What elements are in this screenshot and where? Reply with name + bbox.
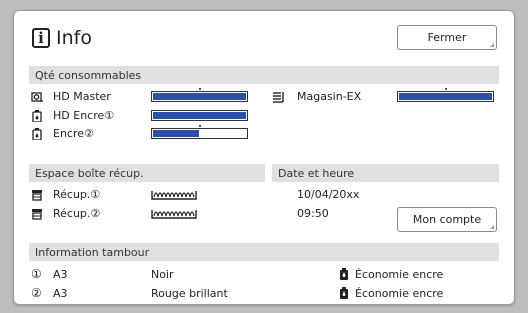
close-button-label: Fermer	[427, 31, 467, 44]
drum-ink-color-2: Rouge brillant	[151, 287, 228, 300]
drum-info-header: Information tambour	[29, 243, 499, 261]
consumable-label-ink1: HD Encre①	[53, 109, 115, 122]
drum-mode-1: Économie encre	[355, 268, 444, 281]
level-bar-master	[151, 88, 248, 102]
time-value: 09:50	[297, 207, 329, 220]
disposal-header-label: Espace boîte récup.	[35, 166, 144, 180]
disposal-header: Espace boîte récup.	[29, 164, 265, 182]
my-account-button-label: Mon compte	[412, 213, 482, 226]
level-fill-ink2	[153, 130, 199, 137]
info-dialog: i Info Fermer Qté consommables HD Master…	[13, 10, 515, 305]
close-button[interactable]: Fermer	[397, 25, 497, 50]
waste-box-icon	[32, 209, 42, 220]
ink-cartridge-icon	[32, 110, 42, 122]
consumables-header-label: Qté consommables	[35, 68, 142, 82]
consumables-header: Qté consommables	[29, 66, 499, 84]
level-bar-magazine	[397, 88, 494, 102]
drum-info-header-label: Information tambour	[35, 245, 150, 259]
datetime-header: Date et heure	[272, 164, 499, 182]
datetime-header-label: Date et heure	[278, 166, 355, 180]
disposal-label-1: Récup.①	[53, 188, 101, 201]
date-value: 10/04/20xx	[297, 188, 360, 201]
drum-mode-2: Économie encre	[355, 287, 444, 300]
my-account-button[interactable]: Mon compte	[397, 207, 497, 232]
button-corner-mark	[490, 225, 494, 229]
consumable-label-ink2: Encre②	[53, 127, 94, 140]
level-bar-ink1	[151, 110, 248, 121]
ink-economy-icon	[340, 287, 348, 299]
drum-paper-size-2: A3	[53, 287, 68, 300]
paper-tray-icon	[273, 92, 284, 103]
info-icon: i	[32, 28, 50, 48]
level-tick	[199, 88, 201, 90]
dialog-title: Info	[56, 27, 92, 49]
button-corner-mark	[490, 43, 494, 47]
magazine-label: Magasin-EX	[297, 90, 362, 103]
level-tick	[199, 125, 201, 127]
level-fill-master	[153, 93, 246, 100]
level-fill-ink1	[153, 112, 246, 119]
disposal-label-2: Récup.②	[53, 207, 101, 220]
drum-paper-size-1: A3	[53, 268, 68, 281]
drum-number-1: ①	[31, 267, 42, 281]
waste-box-icon	[32, 190, 42, 201]
master-roll-icon	[31, 92, 43, 102]
drum-number-2: ②	[31, 286, 42, 300]
ink-cartridge-icon	[32, 128, 42, 140]
dialog-title-row: i Info	[32, 25, 92, 51]
level-tick	[445, 88, 447, 90]
waste-level-graphic	[151, 210, 197, 219]
level-bar-ink2	[151, 125, 248, 139]
consumable-label-master: HD Master	[53, 90, 111, 103]
level-fill-magazine	[399, 93, 492, 100]
waste-level-graphic	[151, 191, 197, 200]
ink-economy-icon	[340, 268, 348, 280]
drum-ink-color-1: Noir	[151, 268, 174, 281]
